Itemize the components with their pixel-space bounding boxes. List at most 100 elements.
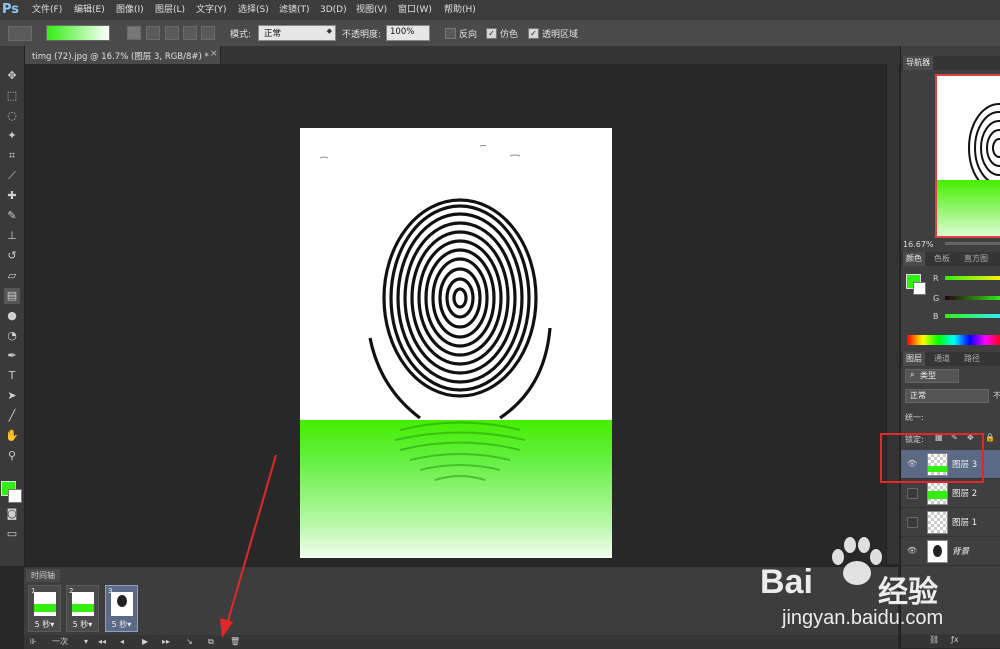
convert-timeline-icon[interactable]: ⊪ xyxy=(30,636,37,648)
brush-tool-icon[interactable]: ✎ xyxy=(4,208,20,224)
blend-mode-select[interactable]: 正常 xyxy=(905,389,989,403)
tab-navigator[interactable]: 导航器 xyxy=(903,56,933,70)
frame-thumbnail xyxy=(34,592,56,616)
dither-checkbox[interactable]: ✓ xyxy=(486,28,497,39)
layer-name[interactable]: 背景 xyxy=(952,545,969,557)
timeline-frame-selected[interactable]: 3 5 秒▾ xyxy=(105,585,138,632)
play-icon[interactable]: ▶ xyxy=(142,636,148,648)
layer-thumbnail xyxy=(927,511,948,534)
channel-b-slider[interactable] xyxy=(945,314,1000,318)
menu-3d[interactable]: 3D(D) xyxy=(320,0,347,20)
tween-icon[interactable]: ↘ xyxy=(186,636,193,648)
channel-g-slider[interactable] xyxy=(945,296,1000,300)
pen-tool-icon[interactable]: ✒ xyxy=(4,348,20,364)
color-spectrum-bar[interactable] xyxy=(907,335,1000,345)
visibility-toggle[interactable] xyxy=(907,488,918,499)
layer-row-2[interactable]: 图层 2 xyxy=(901,479,1000,508)
navigator-zoom[interactable]: 16.67% xyxy=(903,240,934,249)
radial-gradient-icon[interactable] xyxy=(146,26,160,40)
gradient-tool-icon[interactable]: ▤ xyxy=(4,288,20,304)
eyedropper-tool-icon[interactable]: ⟋ xyxy=(4,168,20,184)
navigator-zoom-slider[interactable] xyxy=(945,242,1000,245)
reflected-gradient-icon[interactable] xyxy=(183,26,197,40)
quick-mask-icon[interactable]: ◙ xyxy=(4,506,20,522)
zoom-tool-icon[interactable]: ⚲ xyxy=(4,448,20,464)
screen-mode-icon[interactable]: ▭ xyxy=(4,526,20,542)
document-canvas[interactable] xyxy=(300,128,612,558)
vertical-scrollbar[interactable] xyxy=(886,64,899,564)
chevron-down-icon[interactable]: ▾ xyxy=(84,636,88,648)
layer-name[interactable]: 图层 2 xyxy=(952,487,977,499)
first-frame-icon[interactable]: ◂◂ xyxy=(98,636,106,648)
tab-layers[interactable]: 图层 xyxy=(903,352,925,366)
menu-window[interactable]: 窗口(W) xyxy=(398,0,432,20)
channel-b-label: B xyxy=(933,312,939,321)
healing-brush-tool-icon[interactable]: ✚ xyxy=(4,188,20,204)
timeline-tab[interactable]: 时间轴 xyxy=(26,569,60,582)
layer-row-1[interactable]: 图层 1 xyxy=(901,508,1000,537)
line-tool-icon[interactable]: ╱ xyxy=(4,408,20,424)
path-selection-tool-icon[interactable]: ➤ xyxy=(4,388,20,404)
linear-gradient-icon[interactable] xyxy=(127,26,141,40)
magic-wand-tool-icon[interactable]: ✦ xyxy=(4,128,20,144)
loop-select[interactable]: 一次 xyxy=(52,636,68,648)
crop-tool-icon[interactable]: ⌗ xyxy=(4,148,20,164)
dither-label: 仿色 xyxy=(500,30,519,40)
diamond-gradient-icon[interactable] xyxy=(201,26,215,40)
reverse-checkbox[interactable] xyxy=(445,28,456,39)
color-panel-background-swatch[interactable] xyxy=(913,282,926,295)
tab-histogram[interactable]: 直方图 xyxy=(961,252,991,266)
type-tool-icon[interactable]: T xyxy=(4,368,20,384)
unify-label: 统一: xyxy=(905,413,924,422)
layer-kind-label: 类型 xyxy=(920,371,936,380)
menu-edit[interactable]: 编辑(E) xyxy=(74,0,105,20)
visibility-toggle[interactable] xyxy=(907,517,918,528)
menu-file[interactable]: 文件(F) xyxy=(32,0,62,20)
clone-stamp-tool-icon[interactable]: ⊥ xyxy=(4,228,20,244)
menu-image[interactable]: 图像(I) xyxy=(116,0,144,20)
opacity-input[interactable]: 100% xyxy=(386,25,430,41)
menu-type[interactable]: 文字(Y) xyxy=(196,0,227,20)
layer-kind-filter[interactable]: ⌕ 类型 xyxy=(905,369,959,383)
tab-color[interactable]: 颜色 xyxy=(903,252,925,266)
tab-swatches[interactable]: 色板 xyxy=(931,252,953,266)
dodge-tool-icon[interactable]: ◔ xyxy=(4,328,20,344)
tab-channels[interactable]: 通道 xyxy=(931,352,953,366)
layer-name[interactable]: 图层 1 xyxy=(952,516,977,528)
frame-delay[interactable]: 5 秒▾ xyxy=(29,619,60,630)
angle-gradient-icon[interactable] xyxy=(165,26,179,40)
lasso-tool-icon[interactable]: ◌ xyxy=(4,108,20,124)
move-tool-icon[interactable]: ✥ xyxy=(4,68,20,84)
marquee-tool-icon[interactable]: ⬚ xyxy=(4,88,20,104)
eraser-tool-icon[interactable]: ▱ xyxy=(4,268,20,284)
close-icon[interactable]: × xyxy=(210,49,218,59)
lock-all-icon[interactable]: 🔒 xyxy=(985,433,995,442)
menu-view[interactable]: 视图(V) xyxy=(356,0,387,20)
duplicate-frame-icon[interactable]: ⧉ xyxy=(208,636,214,648)
menu-help[interactable]: 帮助(H) xyxy=(444,0,476,20)
menu-layer[interactable]: 图层(L) xyxy=(155,0,185,20)
timeline-frame[interactable]: 1 5 秒▾ xyxy=(28,585,61,632)
layer-style-icon[interactable]: ƒx xyxy=(951,635,959,644)
history-brush-tool-icon[interactable]: ↺ xyxy=(4,248,20,264)
tool-preset-picker[interactable] xyxy=(8,26,32,41)
menu-select[interactable]: 选择(S) xyxy=(238,0,269,20)
next-frame-icon[interactable]: ▸▸ xyxy=(162,636,170,648)
background-color-swatch[interactable] xyxy=(8,489,22,503)
timeline-frame[interactable]: 2 5 秒▾ xyxy=(66,585,99,632)
channel-r-slider[interactable] xyxy=(945,276,1000,280)
hand-tool-icon[interactable]: ✋ xyxy=(4,428,20,444)
menu-filter[interactable]: 滤镜(T) xyxy=(279,0,310,20)
transparency-checkbox[interactable]: ✓ xyxy=(528,28,539,39)
frame-delay[interactable]: 5 秒▾ xyxy=(67,619,98,630)
gradient-picker[interactable] xyxy=(46,25,110,41)
layer-thumbnail xyxy=(927,482,948,505)
previous-frame-icon[interactable]: ◂ xyxy=(120,636,124,648)
document-tab[interactable]: timg (72).jpg @ 16.7% (图层 3, RGB/8#) * × xyxy=(24,46,221,64)
frame-delay[interactable]: 5 秒▾ xyxy=(106,619,137,630)
trash-icon[interactable]: 🗑 xyxy=(230,636,240,648)
mode-select[interactable]: 正常 ◆ xyxy=(258,25,336,41)
navigator-preview[interactable] xyxy=(935,74,1000,238)
blur-tool-icon[interactable]: ● xyxy=(4,308,20,324)
tab-paths[interactable]: 路径 xyxy=(961,352,983,366)
